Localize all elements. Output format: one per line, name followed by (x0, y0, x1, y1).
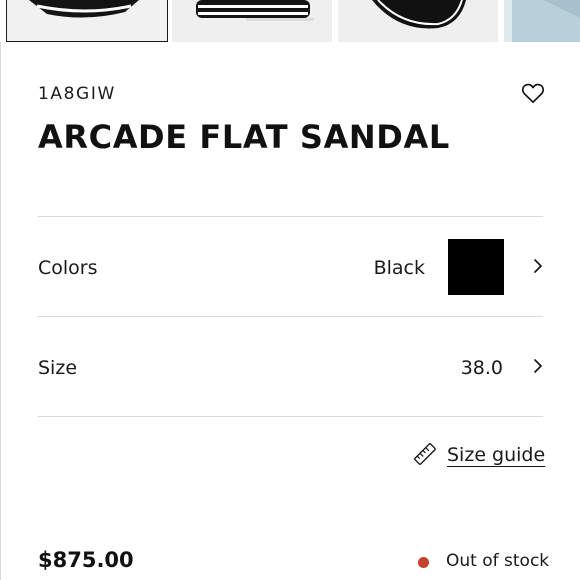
left-border (0, 42, 1, 580)
colors-selector[interactable]: Colors Black (38, 217, 543, 317)
divider (38, 416, 543, 417)
thumbnail-strip (0, 0, 580, 44)
product-sku: 1A8GIW (38, 84, 116, 104)
thumbnail-2[interactable] (172, 0, 332, 42)
stock-status-dot (418, 557, 429, 568)
thumbnail-1-selected[interactable] (6, 0, 168, 42)
product-title: ARCADE FLAT SANDAL (38, 118, 450, 156)
size-guide-label: Size guide (447, 444, 546, 466)
thumbnail-3[interactable] (338, 0, 498, 42)
product-detail-page: 1A8GIW ARCADE FLAT SANDAL Colors Black S… (0, 0, 580, 580)
product-price: $875.00 (38, 548, 134, 572)
chevron-right-icon (534, 359, 542, 373)
color-swatch (448, 239, 504, 295)
selected-size-value: 38.0 (460, 357, 503, 379)
size-label: Size (38, 357, 78, 379)
heart-icon[interactable] (520, 80, 546, 106)
ruler-icon (414, 443, 436, 465)
chevron-right-icon (534, 259, 542, 273)
stock-status-label: Out of stock (446, 551, 550, 571)
size-selector[interactable]: Size 38.0 (38, 317, 543, 417)
colors-label: Colors (38, 257, 98, 279)
thumbnail-4[interactable] (504, 0, 580, 42)
selected-color-value: Black (373, 257, 425, 279)
